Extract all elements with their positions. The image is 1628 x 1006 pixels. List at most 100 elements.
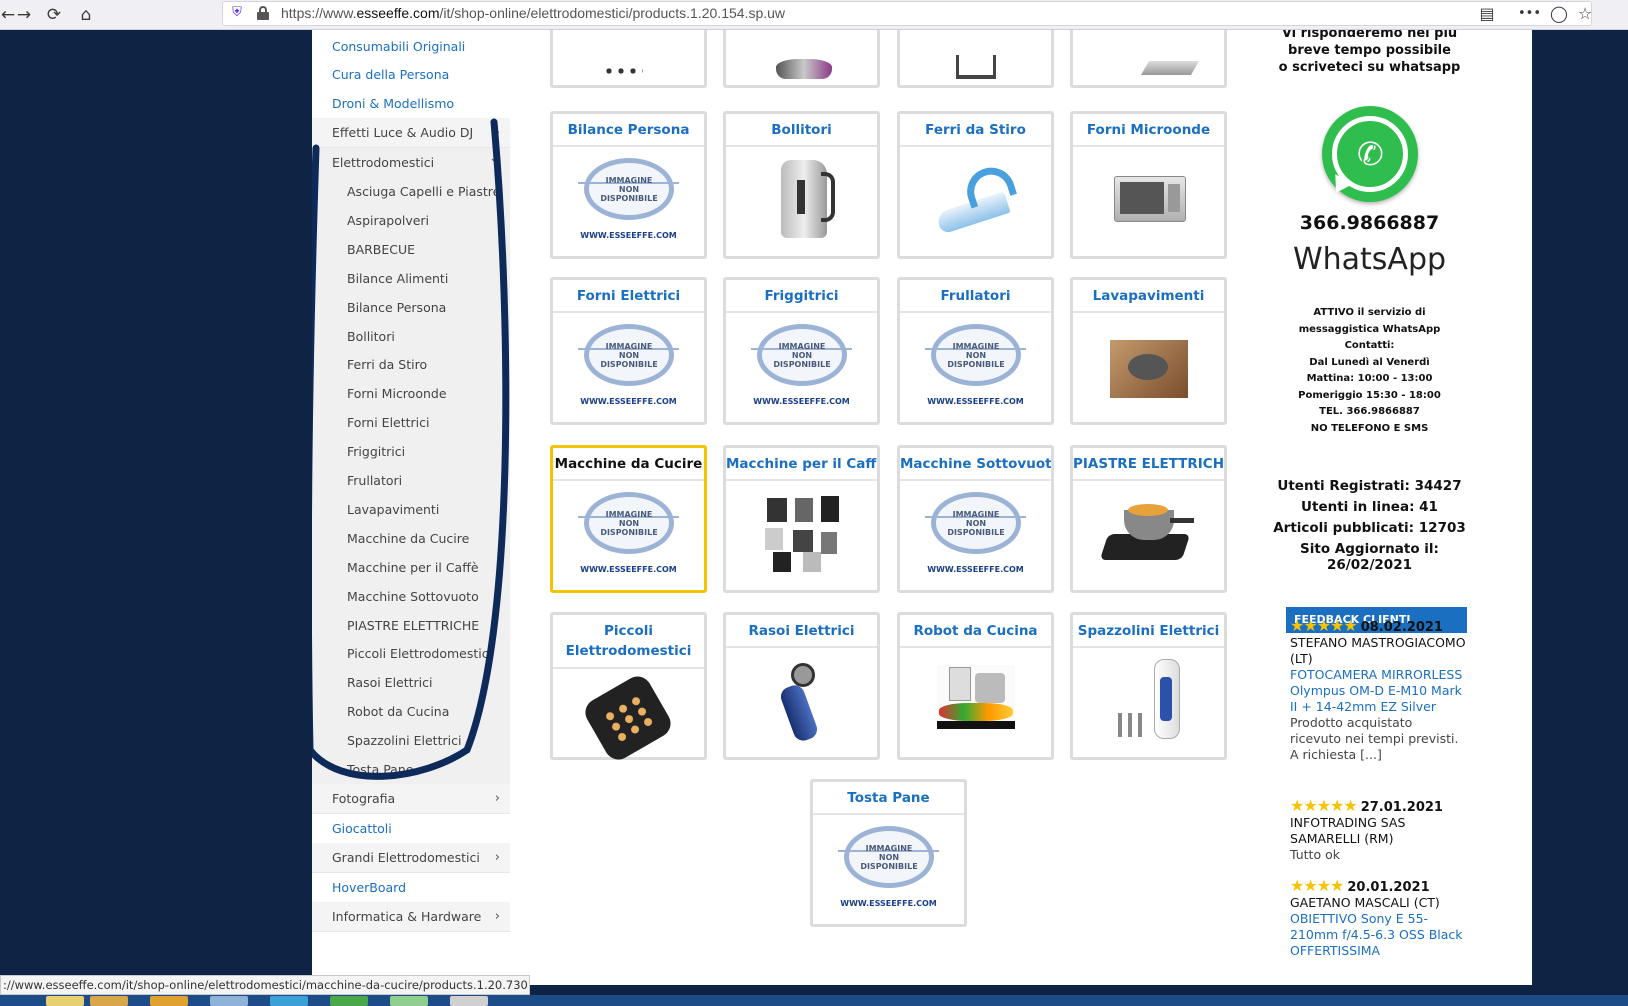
product-category-card[interactable]: Macchine Sottovuoto IMMAGINE NON DISPONIBIL…: [897, 445, 1054, 593]
product-category-title[interactable]: PIASTRE ELETTRICHE: [1073, 448, 1224, 481]
sidebar-item[interactable]: Grandi Elettrodomestici ›: [312, 843, 510, 873]
no-image-site: WWW.ESSEEFFE.COM: [927, 565, 1024, 574]
product-image-frame[interactable]: IMMAGINE NON DISPONIBILE WWW.ESSEEFFE.COM: [751, 324, 852, 409]
product-image-frame[interactable]: IMMAGINE NON DISPONIBILE WWW.ESSEEFFE.COM: [578, 324, 679, 409]
address-bar[interactable]: ⛨ https://www.esseeffe.com/it/shop-onlin…: [222, 1, 1592, 26]
product-category-card[interactable]: [723, 30, 880, 88]
page-actions-icon[interactable]: •••: [1518, 3, 1541, 25]
taskbar-app-icon[interactable]: [46, 996, 84, 1006]
product-category-title[interactable]: Macchine da Cucire: [553, 448, 704, 481]
feedback-product-link[interactable]: OBIETTIVO Sony E 55-210mm f/4.5-6.3 OSS …: [1290, 911, 1467, 959]
tracking-shield-icon[interactable]: ⛨: [229, 5, 245, 21]
product-category-card[interactable]: PIASTRE ELETTRICHE: [1070, 445, 1227, 593]
product-image-frame[interactable]: [1098, 492, 1199, 577]
rating-stars-icon: ★★★★★: [1290, 796, 1358, 815]
product-category-title[interactable]: Lavapavimenti: [1073, 280, 1224, 313]
product-category-card[interactable]: Bilance Persona IMMAGINE NON DISPONIBILE WWW…: [550, 111, 707, 259]
product-image-frame[interactable]: [751, 158, 852, 243]
no-image-site: WWW.ESSEEFFE.COM: [753, 397, 850, 406]
product-category-card[interactable]: [550, 30, 707, 88]
product-category-card[interactable]: Tosta Pane IMMAGINE NON DISPONIBILE WWW.ESSE…: [810, 779, 967, 927]
product-category-title[interactable]: Robot da Cucina: [900, 615, 1051, 648]
product-image-frame[interactable]: IMMAGINE NON DISPONIBILE WWW.ESSEEFFE.COM: [925, 492, 1026, 577]
no-image-line: NON: [965, 351, 987, 360]
product-category-card[interactable]: Forni Elettrici IMMAGINE NON DISPONIBILE WWW…: [550, 277, 707, 425]
home-icon[interactable]: ⌂: [74, 3, 98, 27]
product-category-card[interactable]: [1070, 30, 1227, 88]
no-image-line: DISPONIBILE: [860, 862, 918, 871]
no-image-line: IMMAGINE: [605, 342, 653, 351]
product-category-card[interactable]: Bollitori: [723, 111, 880, 259]
pocket-icon[interactable]: ◯: [1548, 3, 1570, 25]
whatsapp-logo-icon[interactable]: ✆: [1322, 106, 1418, 202]
reader-view-icon[interactable]: ▤: [1476, 3, 1498, 25]
product-image-frame[interactable]: [1098, 158, 1199, 243]
product-category-title[interactable]: Bollitori: [726, 114, 877, 147]
feedback-product-link[interactable]: FOTOCAMERA MIRRORLESS Olympus OM-D E-M10…: [1290, 667, 1467, 715]
service-line: ATTIVO il servizio di: [1313, 307, 1426, 318]
product-image-frame[interactable]: [751, 492, 852, 577]
product-category-card[interactable]: Ferri da Stiro: [897, 111, 1054, 259]
iron-image: [925, 158, 1026, 243]
sidebar-item[interactable]: Informatica & Hardware ›: [312, 902, 510, 932]
product-category-card[interactable]: Frullatori IMMAGINE NON DISPONIBILE WWW.ESSE…: [897, 277, 1054, 425]
product-category-title[interactable]: Rasoi Elettrici: [726, 615, 877, 648]
feedback-customer: INFOTRADING SAS SAMARELLI (RM): [1290, 815, 1406, 846]
product-image-frame[interactable]: IMMAGINE NON DISPONIBILE WWW.ESSEEFFE.COM: [925, 324, 1026, 409]
product-category-title[interactable]: Macchine Sottovuoto: [900, 448, 1051, 481]
feedback-customer: STEFANO MASTROGIACOMO (LT): [1290, 635, 1466, 666]
product-category-title[interactable]: Friggitrici: [726, 280, 877, 313]
product-image-frame[interactable]: [925, 158, 1026, 243]
product-category-card[interactable]: Lavapavimenti: [1070, 277, 1227, 425]
taskbar-app-icon[interactable]: [90, 996, 128, 1006]
product-category-title[interactable]: Piccoli Elettrodomestici: [553, 615, 704, 669]
sidebar-item-label: Informatica & Hardware: [332, 909, 482, 924]
taskbar-app-icon[interactable]: [150, 996, 188, 1006]
taskbar-app-icon[interactable]: [210, 996, 248, 1006]
bookmark-star-icon[interactable]: ☆: [1574, 3, 1596, 25]
contact-line: Vi risponderemo nel più: [1281, 30, 1458, 41]
no-image-line: IMMAGINE: [605, 510, 653, 519]
product-category-title[interactable]: Spazzolini Elettrici: [1073, 615, 1224, 648]
product-category-title[interactable]: Bilance Persona: [553, 114, 704, 147]
sidebar-item[interactable]: HoverBoard: [312, 873, 510, 903]
product-category-card[interactable]: Forni Microonde: [1070, 111, 1227, 259]
feedback-date: 08.02.2021: [1360, 620, 1443, 635]
forward-icon[interactable]: →: [12, 3, 36, 27]
product-category-card[interactable]: Friggitrici IMMAGINE NON DISPONIBILE WWW.ESS…: [723, 277, 880, 425]
product-image-frame[interactable]: [1098, 659, 1199, 744]
product-image-frame[interactable]: [925, 659, 1026, 744]
taskbar-app-icon[interactable]: [390, 996, 428, 1006]
product-category-card[interactable]: Rasoi Elettrici: [723, 612, 880, 760]
reload-icon[interactable]: ⟳: [42, 3, 66, 27]
taskbar-app-icon[interactable]: [270, 996, 308, 1006]
product-image-frame[interactable]: [751, 659, 852, 744]
product-category-title[interactable]: Forni Microonde: [1073, 114, 1224, 147]
lock-icon[interactable]: [257, 6, 269, 20]
product-category-title[interactable]: Tosta Pane: [813, 782, 964, 815]
product-category-card[interactable]: Macchine da Cucire IMMAGINE NON DISPONIBILE…: [550, 445, 707, 593]
product-category-title[interactable]: Frullatori: [900, 280, 1051, 313]
product-category-card[interactable]: Spazzolini Elettrici: [1070, 612, 1227, 760]
product-image-frame[interactable]: IMMAGINE NON DISPONIBILE WWW.ESSEEFFE.COM: [838, 826, 939, 911]
product-image-frame[interactable]: [1098, 324, 1199, 409]
product-category-card[interactable]: Robot da Cucina: [897, 612, 1054, 760]
taskbar-app-icon[interactable]: [450, 996, 488, 1006]
product-category-card[interactable]: [897, 30, 1054, 88]
product-image-frame[interactable]: IMMAGINE NON DISPONIBILE WWW.ESSEEFFE.COM: [578, 492, 679, 577]
product-image-frame[interactable]: [578, 671, 679, 765]
product-image-frame[interactable]: IMMAGINE NON DISPONIBILE WWW.ESSEEFFE.COM: [578, 158, 679, 243]
product-category-title[interactable]: Forni Elettrici: [553, 280, 704, 313]
taskbar-app-icon[interactable]: [330, 996, 368, 1006]
product-category-card[interactable]: Piccoli Elettrodomestici: [550, 612, 707, 765]
service-line: Mattina: 10:00 - 13:00: [1306, 373, 1433, 384]
no-image-line: NON: [878, 853, 900, 862]
product-category-card[interactable]: Macchine per il Caffè: [723, 445, 880, 593]
product-category-title[interactable]: Ferri da Stiro: [900, 114, 1051, 147]
web-page: Consumabili Originali Cura della Persona D…: [312, 30, 1532, 985]
no-image-site: WWW.ESSEEFFE.COM: [580, 565, 677, 574]
sidebar-item-label: HoverBoard: [332, 880, 407, 895]
no-image-placeholder: IMMAGINE NON DISPONIBILE WWW.ESSEEFFE.COM: [751, 324, 852, 409]
no-image-placeholder: IMMAGINE NON DISPONIBILE WWW.ESSEEFFE.COM: [925, 492, 1026, 577]
product-category-title[interactable]: Macchine per il Caffè: [726, 448, 877, 481]
